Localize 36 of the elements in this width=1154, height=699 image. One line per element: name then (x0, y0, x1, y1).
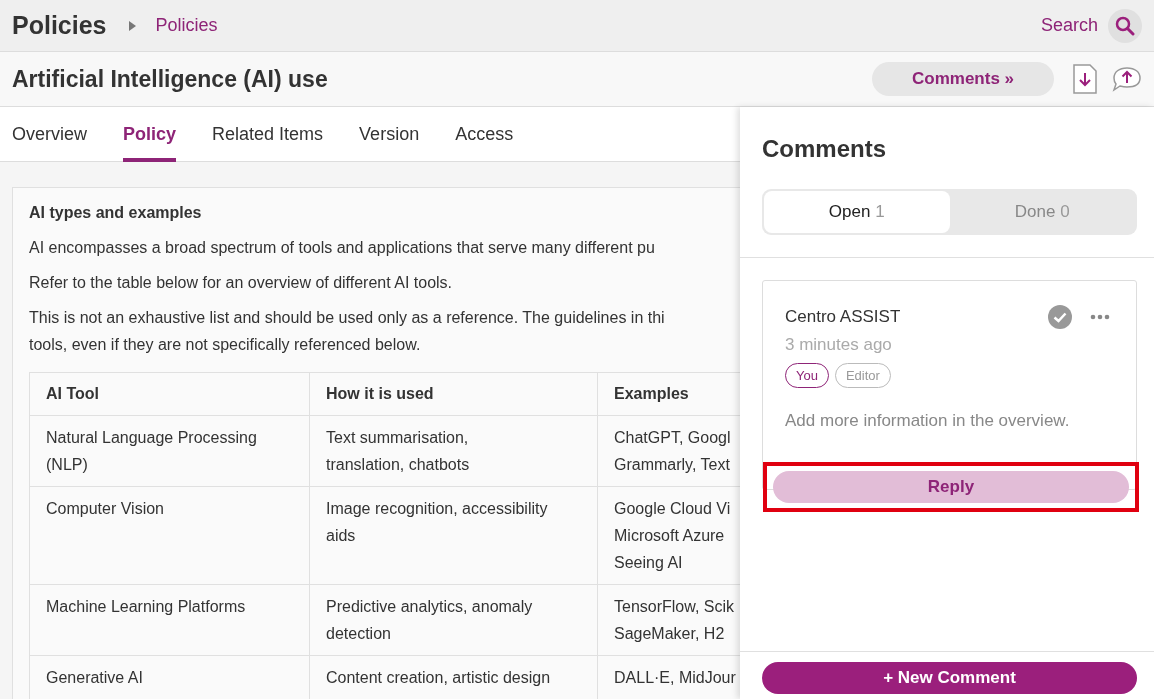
table-cell: Text summarisation, translation, chatbots (309, 415, 598, 487)
upload-comment-icon[interactable] (1112, 66, 1142, 92)
document-title: Artificial Intelligence (AI) use (12, 65, 328, 93)
reply-button[interactable]: Reply (773, 471, 1129, 503)
column-header: How it is used (309, 372, 598, 416)
table-cell: Machine Learning Platforms (29, 584, 310, 656)
breadcrumb-link[interactable]: Policies (155, 15, 218, 36)
search-link[interactable]: Search (1040, 15, 1098, 36)
table-cell: Predictive analytics, anomaly detection (309, 584, 598, 656)
paragraph: AI encompasses a broad spectrum of tools and applications that serve many different pu (29, 238, 656, 258)
download-icon[interactable] (1072, 64, 1098, 94)
caret-icon (128, 20, 136, 31)
table-cell: Natural Language Processing (NLP) (29, 415, 310, 487)
check-icon[interactable] (1048, 305, 1072, 329)
filter-tab[interactable]: Open 1 (764, 191, 950, 233)
tab[interactable]: Overview (12, 107, 87, 162)
table-cell: Computer Vision (29, 486, 310, 585)
column-header: AI Tool (29, 372, 310, 416)
page-title: Policies (12, 11, 107, 40)
comment-author: Centro ASSIST (785, 307, 902, 327)
section-heading: AI types and examples (29, 204, 203, 222)
paragraph: This is not an exhaustive list and should be used only as a reference. The guidelines in thi tools, even if they are not specifically referenced below. (29, 308, 666, 355)
table-cell: Image recognition, accessibility aids (309, 486, 598, 585)
more-icon[interactable] (1090, 314, 1110, 320)
tab[interactable]: Related Items (212, 107, 324, 162)
paragraph: Refer to the table below for an overview of different AI tools. (29, 273, 454, 293)
panel-title: Comments (761, 134, 888, 163)
comment-time: 3 minutes ago (785, 335, 893, 355)
table-cell: Generative AI (29, 655, 310, 699)
tab[interactable]: Policy (123, 107, 177, 162)
tab[interactable]: Version (359, 107, 420, 162)
new-comment-button[interactable]: + New Comment (762, 662, 1137, 694)
tab[interactable]: Access (455, 107, 514, 162)
comment-text: Add more information in the overview. (785, 411, 1071, 431)
comments-button[interactable]: Comments » (872, 62, 1054, 96)
search-icon[interactable] (1108, 8, 1142, 43)
